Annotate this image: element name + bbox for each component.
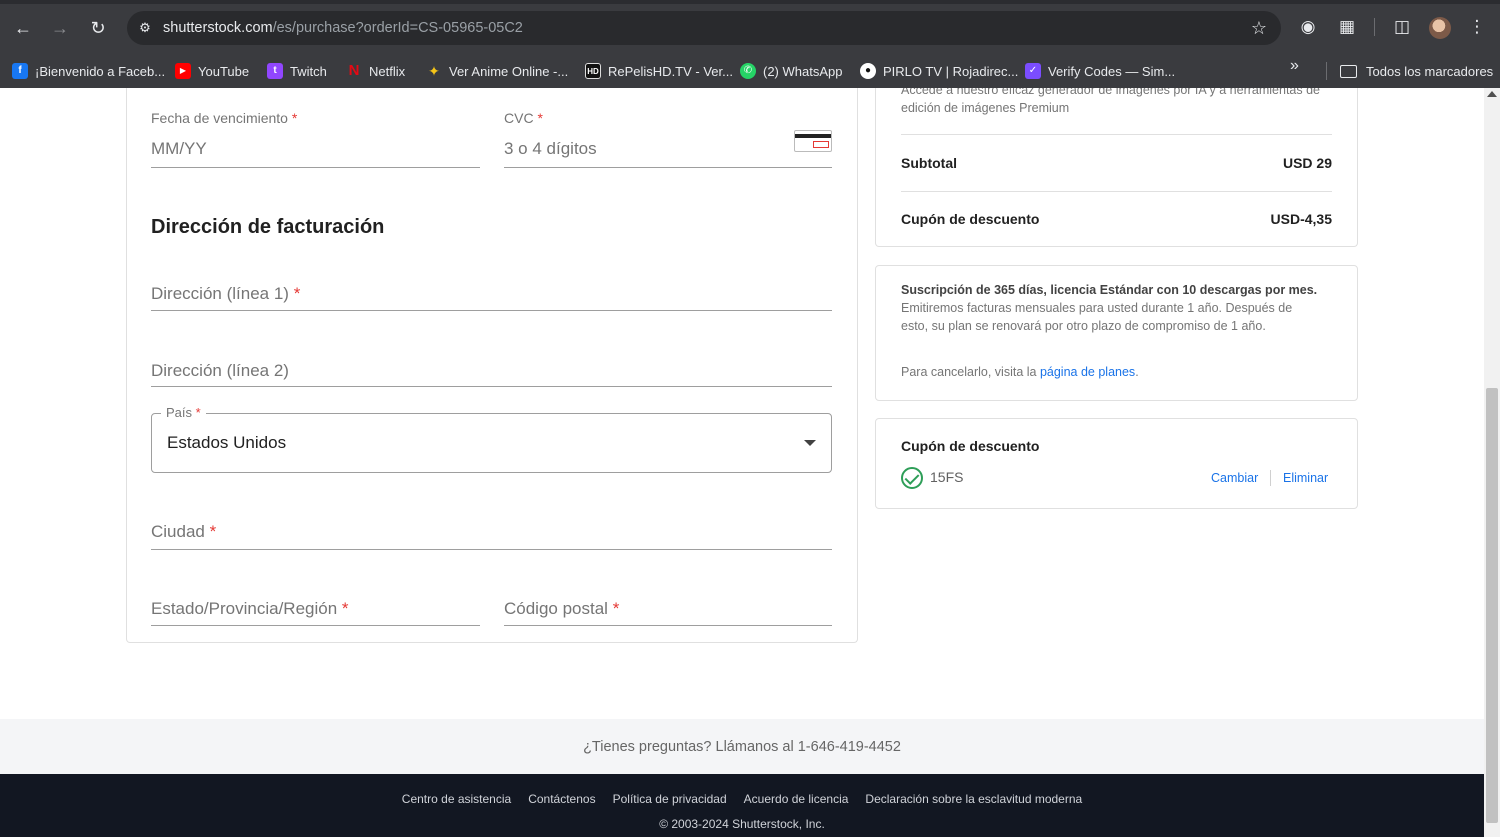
expiry-label: Fecha de vencimiento *: [151, 110, 298, 126]
coupon-code: 15FS: [930, 469, 964, 485]
bookmark-whatsapp[interactable]: ✆ (2) WhatsApp: [740, 59, 842, 83]
subtotal-value: USD 29: [1282, 155, 1332, 171]
youtube-icon: ▶: [175, 63, 191, 79]
back-arrow-icon[interactable]: ←: [11, 16, 35, 40]
bookmark-youtube[interactable]: ▶ YouTube: [175, 59, 249, 83]
browser-chrome: ← → ↻ ⚙ shutterstock.com/es/purchase?ord…: [0, 0, 1500, 88]
plans-page-link[interactable]: página de planes: [1040, 365, 1135, 379]
copyright-text: © 2003-2024 Shutterstock, Inc.: [659, 817, 825, 831]
dropdown-caret-icon[interactable]: [804, 440, 816, 446]
footer-link-privacy[interactable]: Política de privacidad: [613, 792, 727, 806]
summary-divider: [901, 134, 1332, 135]
site-settings-icon[interactable]: ⚙: [136, 19, 154, 37]
extensions-puzzle-icon[interactable]: ▦: [1336, 16, 1358, 38]
city-input[interactable]: Ciudad *: [151, 515, 832, 550]
bookmark-repelishd[interactable]: HD RePelisHD.TV - Ver...: [585, 59, 733, 83]
address-line2-input[interactable]: Dirección (línea 2): [151, 353, 832, 387]
cancel-text: Para cancelarlo, visita la página de pla…: [901, 365, 1139, 379]
site-footer: Centro de asistencia Contáctenos Polític…: [0, 774, 1484, 837]
checkout-page: Fecha de vencimiento * MM/YY CVC * 3 o 4…: [0, 88, 1484, 837]
subtotal-row: Subtotal USD 29: [901, 155, 1332, 171]
remove-coupon-link[interactable]: Eliminar: [1283, 471, 1328, 485]
city-label: Ciudad *: [151, 522, 217, 541]
netflix-icon: N: [348, 62, 360, 79]
coupon-action-separator: [1270, 470, 1271, 486]
scrollbar-thumb[interactable]: [1486, 388, 1498, 823]
side-panel-icon[interactable]: ◫: [1391, 16, 1413, 38]
footer-link-license[interactable]: Acuerdo de licencia: [744, 792, 849, 806]
forward-arrow-icon[interactable]: →: [48, 16, 72, 40]
bookmarks-overflow-chevron-icon[interactable]: »: [1290, 57, 1299, 75]
bookmark-anime[interactable]: ✦ Ver Anime Online -...: [426, 59, 568, 83]
footer-link-help-center[interactable]: Centro de asistencia: [402, 792, 511, 806]
folder-icon: [1340, 64, 1357, 78]
page-scrollbar[interactable]: [1484, 88, 1500, 837]
bookmarks-bar: f ¡Bienvenido a Faceb... ▶ YouTube t Twitch…: [0, 55, 1500, 88]
postal-code-label: Código postal *: [504, 599, 620, 618]
bookmarks-separator: [1326, 62, 1327, 80]
check-circle-icon: [901, 467, 923, 489]
help-phone-text: ¿Tienes preguntas? Llámanos al 1-646-419…: [583, 739, 901, 755]
postal-code-input[interactable]: Código postal *: [504, 592, 832, 626]
premium-description: Accede a nuestro eficaz generador de imá…: [901, 88, 1321, 115]
url-text[interactable]: shutterstock.com/es/purchase?orderId=CS-…: [163, 20, 523, 36]
footer-link-contact[interactable]: Contáctenos: [528, 792, 595, 806]
billing-section-title: Dirección de facturación: [151, 216, 385, 238]
help-bar: ¿Tienes preguntas? Llámanos al 1-646-419…: [0, 719, 1484, 774]
cvc-input[interactable]: 3 o 4 dígitos: [504, 132, 832, 168]
country-label: País *: [161, 405, 206, 420]
address-line1-label: Dirección (línea 1) *: [151, 284, 301, 303]
bookmark-star-icon[interactable]: ☆: [1251, 18, 1267, 39]
coupon-discount-row: Cupón de descuento USD-4,35: [901, 211, 1332, 227]
verify-codes-icon: ✓: [1025, 63, 1041, 79]
facebook-icon: f: [12, 63, 28, 79]
bookmark-pirlo[interactable]: ● PIRLO TV | Rojadirec...: [860, 59, 1018, 83]
reload-icon[interactable]: ↻: [86, 16, 110, 40]
all-bookmarks-folder[interactable]: Todos los marcadores: [1340, 59, 1493, 83]
country-value: Estados Unidos: [167, 433, 287, 452]
scroll-up-arrow-icon[interactable]: [1487, 91, 1497, 97]
bookmark-netflix[interactable]: N Netflix: [346, 59, 406, 83]
bookmark-facebook[interactable]: f ¡Bienvenido a Faceb...: [12, 59, 165, 83]
profile-avatar[interactable]: [1429, 17, 1451, 39]
change-coupon-link[interactable]: Cambiar: [1211, 471, 1258, 485]
browser-toolbar: ← → ↻ ⚙ shutterstock.com/es/purchase?ord…: [0, 0, 1500, 55]
expiry-input[interactable]: MM/YY: [151, 132, 480, 168]
whatsapp-icon: ✆: [740, 63, 756, 79]
twitch-icon: t: [267, 63, 283, 79]
footer-links: Centro de asistencia Contáctenos Polític…: [0, 792, 1484, 806]
address-bar[interactable]: ⚙ shutterstock.com/es/purchase?orderId=C…: [127, 11, 1281, 45]
summary-divider: [901, 191, 1332, 192]
kebab-menu-icon[interactable]: ⋮: [1466, 16, 1488, 38]
hd-icon: HD: [585, 63, 601, 79]
footer-link-slavery-statement[interactable]: Declaración sobre la esclavitud moderna: [865, 792, 1082, 806]
subscription-description: Suscripción de 365 días, licencia Estánd…: [901, 283, 1318, 333]
bookmark-verify-codes[interactable]: ✓ Verify Codes — Sim...: [1025, 59, 1175, 83]
address-line1-input[interactable]: Dirección (línea 1) *: [151, 276, 832, 311]
anime-icon: ✦: [428, 63, 440, 79]
address-line2-label: Dirección (línea 2): [151, 361, 289, 380]
coupon-discount-value: USD-4,35: [1270, 211, 1332, 227]
coupon-card: [875, 418, 1358, 509]
coupon-title: Cupón de descuento: [901, 438, 1040, 454]
toolbar-separator: [1374, 18, 1375, 36]
state-input[interactable]: Estado/Provincia/Región *: [151, 592, 480, 626]
bookmark-twitch[interactable]: t Twitch: [267, 59, 327, 83]
soccer-ball-icon: ●: [860, 63, 876, 79]
state-label: Estado/Provincia/Región *: [151, 599, 349, 618]
tab-strip: [0, 0, 1500, 4]
cvc-label: CVC *: [504, 110, 543, 126]
translate-globe-icon[interactable]: ◉: [1297, 16, 1319, 38]
cvc-card-icon: [794, 130, 832, 152]
